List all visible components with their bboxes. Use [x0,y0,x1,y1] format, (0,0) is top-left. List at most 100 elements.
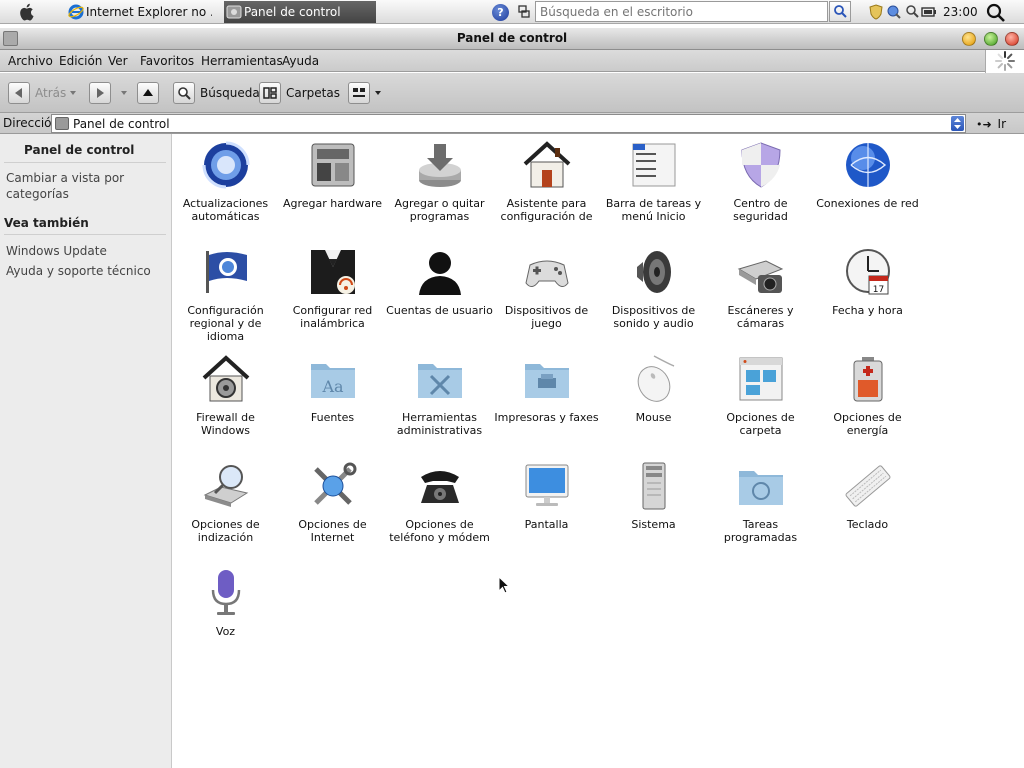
svg-text:Aa: Aa [321,377,344,396]
see-also-header: Vea también [4,216,89,230]
item-label: Pantalla [524,518,569,531]
speaker-icon [637,251,671,293]
control-panel-icon [226,5,242,19]
printer-folder-icon [525,364,569,398]
help-support-link[interactable]: Ayuda y soporte técnico [6,263,151,279]
taskbar-start-menu-icon [632,143,676,187]
updown-arrows-icon [954,118,961,129]
control-panel-small-icon [55,117,69,130]
keyboard-icon [845,465,891,507]
item-label: Centro de seguridad [733,197,788,223]
item-label: Escáneres y cámaras [727,304,794,330]
spotlight-search-icon[interactable] [986,3,1006,23]
regional-flag-icon [206,251,247,293]
item-label: Conexiones de red [816,197,919,210]
display-monitor-icon [525,464,569,506]
close-button[interactable] [1005,32,1019,46]
task-pane-title: Panel de control [24,143,135,157]
item-label: Opciones de indización [191,518,260,544]
menu-edicion[interactable]: Edición [59,54,102,68]
search-label: Búsqueda [200,86,260,100]
item-label: Mouse [635,411,672,424]
scanner-camera-icon [737,260,784,293]
user-silhouette-icon [419,252,461,295]
go-arrow-icon: •➜ [976,118,992,131]
activity-throbber [985,50,1024,73]
fonts-folder-icon: Aa [311,364,355,398]
menu-herramientas[interactable]: Herramientas [201,54,283,68]
item-label: Agregar o quitar programas [394,197,485,223]
address-dropdown-button[interactable] [951,116,964,131]
network-globe-icon [846,143,890,187]
minimize-button[interactable] [962,32,976,46]
battery-icon [853,357,883,402]
automatic-updates-icon [202,141,250,189]
clock[interactable]: 23:00 [943,0,978,24]
item-label: Voz [215,625,236,638]
address-field[interactable]: Panel de control [51,114,966,133]
item-label: Fuentes [310,411,355,424]
up-arrow-icon [137,82,159,104]
folder-options-icon [739,357,783,401]
menu-archivo[interactable]: Archivo [8,54,53,68]
back-dropdown-icon[interactable] [70,91,76,95]
battery-tray-icon[interactable] [921,3,937,21]
item-label: Opciones de energía [833,411,902,437]
menu-ver[interactable]: Ver [108,54,128,68]
setup-wizard-house-icon [523,141,571,188]
back-label: Atrás [35,86,67,100]
help-icon[interactable]: ? [492,4,509,21]
magnifier-icon [173,82,195,104]
microphone-icon [211,570,241,615]
menu-favoritos[interactable]: Favoritos [140,54,194,68]
taskbar-button-label: Internet Explorer no ... [86,5,212,19]
system-tower-icon [642,462,666,510]
window-title: Panel de control [456,31,568,45]
taskbar-button-internet-explorer[interactable]: Internet Explorer no ... [66,1,212,23]
windows-update-link[interactable]: Windows Update [6,243,107,259]
divider [4,234,166,235]
item-label: Opciones de Internet [298,518,367,544]
item-label: Agregar hardware [282,197,383,210]
maximize-button[interactable] [984,32,998,46]
security-tray-icon[interactable] [868,3,884,21]
item-label: Opciones de teléfono y módem [389,518,490,544]
add-remove-programs-icon [419,144,461,187]
window-title-bar[interactable]: Panel de control [0,28,1024,50]
search-toolbar-button[interactable]: Búsqueda [173,82,260,104]
item-label: Firewall de Windows [196,411,255,437]
telephone-icon [421,471,459,503]
desktop-search-input[interactable] [535,1,828,22]
control-panel-items: Actualizaciones automáticas Agregar hard… [172,134,1024,768]
menu-ayuda[interactable]: Ayuda [282,54,319,68]
views-button[interactable] [348,82,382,104]
switch-to-category-view-link[interactable]: Cambiar a vista por categorías [6,170,126,202]
go-button[interactable]: •➜ Ir [976,117,1006,131]
desktop-switch-icon[interactable] [516,3,532,21]
item-label: Dispositivos de sonido y audio [611,304,696,330]
item-label: Fecha y hora [832,304,903,317]
search-icon [834,5,847,18]
admin-tools-folder-icon [418,364,462,398]
search-tray-icon[interactable] [904,3,920,21]
loading-spinner-icon [995,51,1015,71]
mouse-pointer-icon [498,576,510,594]
address-value[interactable]: Panel de control [73,117,170,131]
mouse-icon [637,355,675,402]
taskbar-button-label: Panel de control [244,5,341,19]
folders-button[interactable]: Carpetas [259,82,340,104]
apple-logo-icon[interactable] [16,2,38,22]
clock-calendar-icon: 17 [846,249,890,295]
toolbar: Atrás Búsqueda Carpetas [0,73,1024,113]
taskbar-button-control-panel[interactable]: Panel de control [224,1,376,23]
search-button[interactable] [829,1,851,22]
divider [4,162,166,163]
views-dropdown-icon[interactable] [375,91,381,95]
folders-pane-icon [259,82,281,104]
network-tray-icon[interactable] [886,3,902,21]
task-pane: Panel de control Cambiar a vista por cat… [0,134,172,768]
folders-label: Carpetas [286,86,340,100]
forward-dropdown-icon[interactable] [121,91,127,95]
internet-explorer-icon [68,4,84,20]
item-label: Teclado [846,518,889,531]
